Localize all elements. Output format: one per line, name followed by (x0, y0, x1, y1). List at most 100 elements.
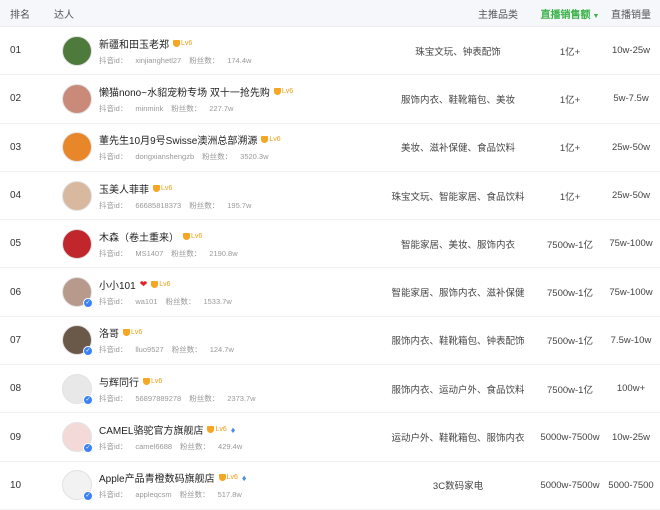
fans-label: 粉丝数： (171, 345, 202, 355)
table-row[interactable]: 06 ✓ 小小101 ❤ Lv6 抖音id： wa101 粉丝数： 1533.7w 智… (0, 268, 660, 317)
category-cell: 智能家居、服饰内衣、滋补保健 (391, 288, 525, 300)
kol-name[interactable]: 木森（卷土重来） (99, 229, 179, 244)
avatar[interactable] (62, 83, 92, 114)
rank-number: 06 (10, 286, 22, 298)
sales-cell: 7500w-1亿 (547, 288, 593, 300)
fans-value: 517.8w (217, 490, 242, 500)
kol-cell[interactable]: 新疆和田玉老郑 Lv6 抖音id： xinjianghetl27 粉丝数： 174.4… (44, 35, 378, 66)
category-cell: 3C数码家电 (432, 481, 484, 493)
kol-name[interactable]: 洛哥 (99, 325, 119, 340)
fans-value: 124.7w (209, 345, 234, 355)
kol-meta: 抖音id： 66685818373 粉丝数： 195.7w (99, 200, 251, 211)
kol-meta: 抖音id： lluo9527 粉丝数： 124.7w (99, 344, 234, 355)
avatar[interactable] (62, 35, 92, 66)
avatar[interactable]: ✓ (62, 422, 93, 454)
brand-badge-icon: ♦ (230, 424, 236, 435)
kol-name-line: Apple产品青橙数码旗舰店 Lv6 ♦ (99, 470, 246, 486)
douyin-id-value: dongxianshengzb (135, 152, 195, 162)
level-badge: Lv6 (173, 39, 192, 47)
kol-name[interactable]: 懒猫nono~水貂宠粉专场 双十一抢先购 (99, 84, 270, 99)
kol-cell[interactable]: ✓ 洛哥 Lv6 抖音id： lluo9527 粉丝数： 124.7w (44, 325, 378, 357)
kol-cell[interactable]: ✓ Apple产品青橙数码旗舰店 Lv6 ♦ 抖音id： appleqcsm 粉丝数… (44, 470, 378, 502)
table-row[interactable]: 02 懒猫nono~水貂宠粉专场 双十一抢先购 Lv6 抖音id： minmink… (0, 75, 660, 124)
douyin-id-label: 抖音id： (99, 55, 128, 65)
table-row[interactable]: 08 ✓ 与辉同行 Lv6 抖音id： 56897889278 粉丝数： 2373.7… (0, 365, 660, 414)
kol-name[interactable]: 小小101 (99, 277, 136, 292)
kol-meta: 抖音id： dongxianshengzb 粉丝数： 3520.3w (99, 151, 281, 162)
douyin-id-value: xinjianghetl27 (135, 55, 182, 65)
level-badge: Lv6 (153, 184, 172, 192)
fans-label: 粉丝数： (180, 442, 211, 452)
verified-icon: ✓ (83, 298, 93, 309)
avatar[interactable] (62, 180, 92, 211)
fans-count: 粉丝数： 195.7w (189, 201, 251, 210)
douyin-id: 抖音id： lluo9527 (99, 345, 164, 354)
douyin-id: 抖音id： camel6688 (99, 442, 172, 451)
douyin-id-value: appleqcsm (135, 490, 172, 500)
douyin-id-value: 56897889278 (135, 393, 182, 403)
rank-number: 02 (10, 93, 22, 105)
kol-name-line: 木森（卷土重来） Lv6 (99, 229, 238, 244)
table-row[interactable]: 05 木森（卷土重来） Lv6 抖音id： MS1407 粉丝数： 2190.8w 智… (0, 220, 660, 269)
category-cell: 珠宝文玩、智能家居、食品饮料 (391, 191, 525, 203)
avatar[interactable] (62, 132, 92, 163)
level-text: Lv6 (151, 377, 163, 385)
douyin-id: 抖音id： xinjianghetl27 (99, 56, 181, 65)
level-badge: Lv6 (218, 474, 238, 482)
avatar[interactable]: ✓ (62, 470, 93, 502)
header-kol: 达人 (54, 9, 74, 21)
fans-count: 粉丝数： 517.8w (180, 490, 242, 499)
level-text: Lv6 (226, 474, 238, 482)
kol-cell[interactable]: 玉美人菲菲 Lv6 抖音id： 66685818373 粉丝数： 195.7w (44, 180, 378, 211)
table-row[interactable]: 10 ✓ Apple产品青橙数码旗舰店 Lv6 ♦ 抖音id： appleqcsm… (0, 462, 660, 510)
level-text: Lv6 (159, 281, 171, 289)
kol-info: 洛哥 Lv6 抖音id： lluo9527 粉丝数： 124.7w (99, 325, 234, 355)
kol-cell[interactable]: ✓ 小小101 ❤ Lv6 抖音id： wa101 粉丝数： 1533.7w (44, 277, 378, 309)
kol-cell[interactable]: ✓ 与辉同行 Lv6 抖音id： 56897889278 粉丝数： 2373.7w (44, 373, 378, 405)
kol-name[interactable]: 新疆和田玉老郑 (99, 36, 169, 51)
header-volume-sort[interactable]: 直播销量 (602, 6, 660, 21)
category-cell: 运动户外、鞋靴箱包、服饰内衣 (391, 433, 525, 445)
kol-cell[interactable]: 懒猫nono~水貂宠粉专场 双十一抢先购 Lv6 抖音id： minmink 粉丝数… (44, 83, 378, 114)
douyin-id-label: 抖音id： (99, 152, 128, 162)
rank-number: 01 (10, 45, 22, 57)
table-row[interactable]: 04 玉美人菲菲 Lv6 抖音id： 66685818373 粉丝数： 195.7w … (0, 172, 660, 221)
kol-name[interactable]: 玉美人菲菲 (99, 181, 149, 196)
avatar[interactable] (62, 228, 92, 259)
volume-cell: 5000-7500 (608, 479, 654, 491)
fans-value: 1533.7w (203, 297, 232, 307)
table-row[interactable]: 07 ✓ 洛哥 Lv6 抖音id： lluo9527 粉丝数： 124.7w 服饰内衣… (0, 317, 660, 366)
fans-label: 粉丝数： (189, 55, 220, 65)
fans-count: 粉丝数： 3520.3w (202, 152, 268, 161)
fans-label: 粉丝数： (171, 248, 202, 258)
kol-cell[interactable]: 董先生10月9号Swisse澳洲总部溯源 Lv6 抖音id： dongxiansh… (44, 132, 378, 163)
douyin-id-label: 抖音id： (99, 393, 128, 403)
fans-count: 粉丝数： 2190.8w (171, 249, 237, 258)
table-row[interactable]: 03 董先生10月9号Swisse澳洲总部溯源 Lv6 抖音id： dongxia… (0, 124, 660, 172)
kol-cell[interactable]: ✓ CAMEL骆驼官方旗舰店 Lv6 ♦ 抖音id： camel6688 粉丝数： 4… (44, 422, 378, 454)
table-row[interactable]: 09 ✓ CAMEL骆驼官方旗舰店 Lv6 ♦ 抖音id： camel6688 粉丝… (0, 413, 660, 462)
rank-number: 05 (10, 238, 22, 250)
kol-info: 懒猫nono~水貂宠粉专场 双十一抢先购 Lv6 抖音id： minmink 粉丝数… (99, 84, 293, 114)
table-body: 01 新疆和田玉老郑 Lv6 抖音id： xinjianghetl27 粉丝数： 17… (0, 27, 660, 510)
avatar[interactable]: ✓ (62, 325, 93, 357)
level-shield-icon (218, 474, 226, 482)
level-text: Lv6 (269, 136, 281, 144)
verified-icon: ✓ (83, 491, 93, 502)
kol-name[interactable]: 董先生10月9号Swisse澳洲总部溯源 (99, 132, 257, 147)
header-sales-sort[interactable]: 直播销售额 ▼ (538, 6, 602, 21)
avatar[interactable]: ✓ (62, 373, 93, 405)
avatar[interactable]: ✓ (62, 277, 93, 309)
table-row[interactable]: 01 新疆和田玉老郑 Lv6 抖音id： xinjianghetl27 粉丝数： 17… (0, 27, 660, 76)
kol-name[interactable]: CAMEL骆驼官方旗舰店 (99, 422, 203, 437)
sales-cell: 1亿+ (559, 94, 581, 106)
fans-value: 2190.8w (209, 248, 238, 258)
kol-name[interactable]: Apple产品青橙数码旗舰店 (99, 470, 215, 485)
fans-label: 粉丝数： (189, 200, 220, 210)
fans-count: 粉丝数： 429.4w (180, 442, 242, 451)
sales-cell: 1亿+ (559, 191, 581, 203)
kol-name[interactable]: 与辉同行 (99, 374, 139, 389)
kol-ranking-table: 排名 达人 主推品类 直播销售额 ▼ 直播销量 01 新疆和田玉老郑 Lv6 抖音… (0, 0, 660, 510)
douyin-id-value: lluo9527 (135, 345, 164, 355)
kol-cell[interactable]: 木森（卷土重来） Lv6 抖音id： MS1407 粉丝数： 2190.8w (44, 228, 378, 259)
